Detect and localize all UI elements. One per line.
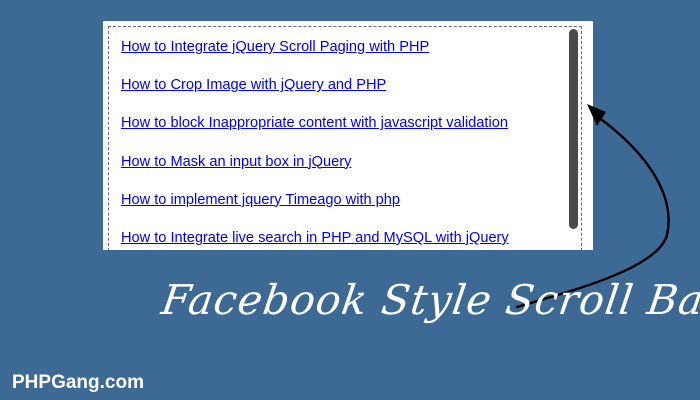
scroll-panel: How to Integrate jQuery Scroll Paging wi…: [103, 21, 593, 250]
list-item: How to block Inappropriate content with …: [121, 113, 509, 151]
scrollbar-thumb[interactable]: [569, 29, 578, 229]
tagline: Facebook Style Scroll Bar: [158, 276, 700, 324]
list-item: How to Mask an input box in jQuery: [121, 152, 509, 190]
list-item: How to Crop Image with jQuery and PHP: [121, 75, 509, 113]
article-link[interactable]: How to Mask an input box in jQuery: [121, 154, 351, 170]
list-item: How to Integrate live search in PHP and …: [121, 228, 509, 250]
article-link[interactable]: How to Integrate live search in PHP and …: [121, 230, 509, 246]
link-list: How to Integrate jQuery Scroll Paging wi…: [121, 37, 509, 250]
article-link[interactable]: How to Integrate jQuery Scroll Paging wi…: [121, 39, 429, 55]
article-link[interactable]: How to implement jquery Timeago with php: [121, 192, 400, 208]
article-link[interactable]: How to block Inappropriate content with …: [121, 115, 508, 131]
list-item: How to Integrate jQuery Scroll Paging wi…: [121, 37, 509, 75]
list-item: How to implement jquery Timeago with php: [121, 190, 509, 228]
site-brand: PHPGang.com: [12, 372, 144, 393]
article-link[interactable]: How to Crop Image with jQuery and PHP: [121, 77, 386, 93]
